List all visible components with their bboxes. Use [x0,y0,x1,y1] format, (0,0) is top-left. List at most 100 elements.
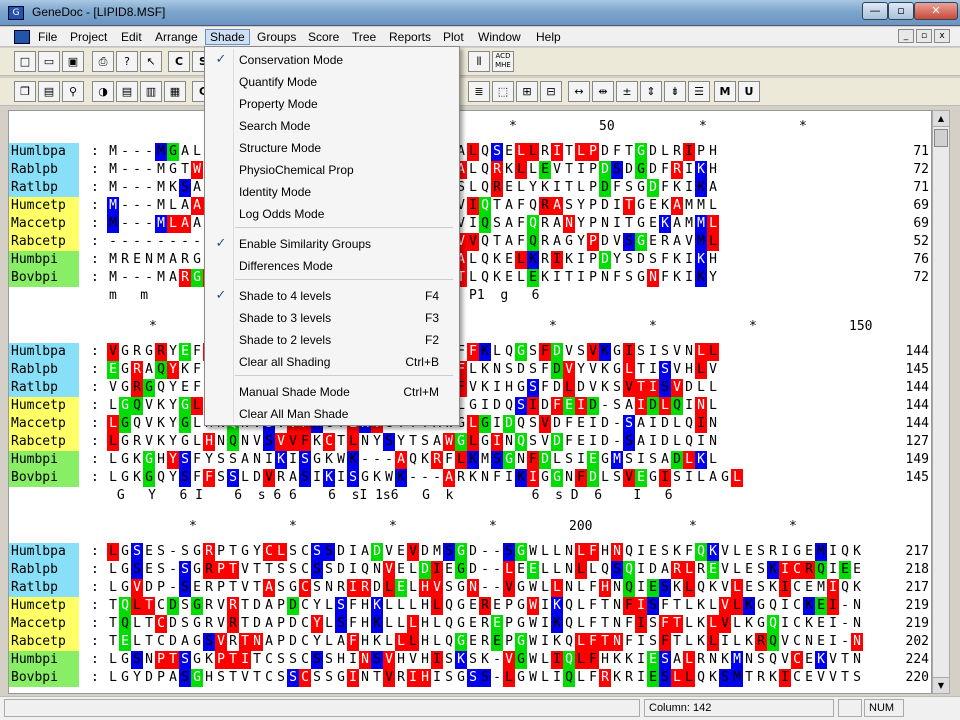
document-icon[interactable] [14,30,30,44]
sequence-residues[interactable]: TQLTCDSGRVRTDAPDCYLSFHKLLLHLQGEREPGWIKQL… [107,615,863,633]
sequence-name[interactable]: Humlbpa [9,343,79,361]
print-icon[interactable]: ⎙ [92,51,114,72]
sequence-row[interactable]: Humbpi: L G S N P T S G K P T I T C S S C S S H I N S V H V H I S K S K -… [9,651,929,669]
shade-icon[interactable]: ◑ [92,81,114,102]
open-icon[interactable]: ▭ [38,51,60,72]
sequence-name[interactable]: Rabcetp [9,433,79,451]
minimize-button[interactable]: — [862,2,888,20]
menu-score[interactable]: Score [304,29,343,45]
shade-menu-item-conservation-mode[interactable]: ✓ Conservation Mode [205,49,459,71]
sequence-row[interactable]: Humlbpa: L G S E S - S G R P T G Y C L S C S S D I A D V E V D M S G D -… [9,543,929,561]
menu-edit[interactable]: Edit [117,29,146,45]
maximize-button[interactable]: ▫ [888,2,914,20]
sequence-residues[interactable]: LGSES-SGRPTVTTSSCSSDIQNVELDIEGD--LEELLNL… [107,561,863,579]
shade3-icon[interactable]: ▥ [140,81,162,102]
scroll-up-button[interactable]: ▲ [933,111,949,127]
shade-menu-item-physiochemical-prop[interactable]: PhysioChemical Prop [205,159,459,181]
c-button[interactable]: C [168,51,190,72]
list-icon[interactable]: ☰ [688,81,710,102]
find-icon[interactable]: ⚲ [62,81,84,102]
mdi-close-button[interactable]: x [934,29,950,43]
sequence-name[interactable]: Rablpb [9,161,79,179]
shade-menu-item-clear-all-man-shade[interactable]: Clear All Man Shade [205,403,459,425]
shade-menu-item-manual-shade-mode[interactable]: Manual Shade Mode Ctrl+M [205,381,459,403]
menu-plot[interactable]: Plot [439,29,468,45]
sequence-row[interactable]: Rabcetp: L G R V K Y G L H N Q N V S V V F K C T L N Y S Y T S A W G L G… [9,433,929,451]
m-button[interactable]: M [714,81,736,102]
sequence-name[interactable]: Rablpb [9,361,79,379]
sequence-name[interactable]: Humbpi [9,451,79,469]
shade-menu-item-structure-mode[interactable]: Structure Mode [205,137,459,159]
vertical-scrollbar[interactable]: ▲ ▼ [932,110,950,694]
sequence-residues[interactable]: LGRVKYGLHNQNVSVVFKCTLNYSYTSAWGLGINQSVDFE… [107,433,719,451]
paste-icon[interactable]: ▤ [38,81,60,102]
shade-menu-item-differences-mode[interactable]: Differences Mode [205,255,459,277]
sequence-name[interactable]: Maccetp [9,415,79,433]
new-icon[interactable]: □ [14,51,36,72]
menu-tree[interactable]: Tree [348,29,380,45]
sequence-name[interactable]: Humbpi [9,651,79,669]
sequence-name[interactable]: Humlbpa [9,543,79,561]
help-icon[interactable]: ? [116,51,138,72]
shade4-icon[interactable]: ▦ [164,81,186,102]
shade-menu-item-search-mode[interactable]: Search Mode [205,115,459,137]
shade2-icon[interactable]: ▤ [116,81,138,102]
sequence-row[interactable]: Bovbpi: L G Y D P A S G H S T V T C S S C S S G I N T V R I H I S G S S -… [9,669,929,687]
genedoc-app-icon[interactable]: G [8,6,24,20]
close-button[interactable]: ✕ [914,2,958,20]
collapse-icon[interactable]: ⇹ [592,81,614,102]
context-help-icon[interactable]: ↖ [140,51,162,72]
sequence-row[interactable]: Humcetp: T Q L T C D S G R V R T D A P D C Y L S F H K L L L H L Q G E R… [9,597,929,615]
shade-menu-item-enable-similarity-groups[interactable]: ✓ Enable Similarity Groups [205,233,459,255]
alignment-view[interactable]: *50**Humlbpa:M---MGALARLVARITDKGLQYAAQEG… [8,110,932,694]
copy-icon[interactable]: ❐ [14,81,36,102]
sequence-name[interactable]: Humcetp [9,397,79,415]
sequence-name[interactable]: Bovbpi [9,269,79,287]
sequence-name[interactable]: Rablpb [9,561,79,579]
tick-icon[interactable]: ± [616,81,638,102]
box3-icon[interactable]: ⊟ [540,81,562,102]
sequence-name[interactable]: Humlbpa [9,143,79,161]
sequence-residues[interactable]: TQLTCDSGRVRTDAPDCYLSFHKLLLHLQGEREPGWIKQL… [107,597,863,615]
sequence-name[interactable]: Humcetp [9,197,79,215]
sequence-row[interactable]: Bovbpi: L G K G Q Y S F F S S L D V R A S I K I S G K W K - - - A R K N F… [9,469,929,487]
expand-icon[interactable]: ↔ [568,81,590,102]
u-button[interactable]: U [738,81,760,102]
sequence-name[interactable]: Maccetp [9,215,79,233]
menu-project[interactable]: Project [66,29,111,45]
sequence-row[interactable]: Ratlbp: L G V D P - S E R P T V T A S G C S N R I R D L E L H V S G N - -… [9,579,929,597]
sequence-residues[interactable]: LGKGQYSFFSSLDVRASIKISGKWK---ARKNFIKIGGNF… [107,469,743,487]
sequence-residues[interactable]: LGKGHYSFYSSANIKISGKWK---AQKRFLKMSGNFDLSI… [107,451,719,469]
box-icon[interactable]: ⬚ [492,81,514,102]
save-icon[interactable]: ▣ [62,51,84,72]
adjust-icon[interactable]: ⇟ [664,81,686,102]
sequence-name[interactable]: Humbpi [9,251,79,269]
shade-menu-item-quantify-mode[interactable]: Quantify Mode [205,71,459,93]
shade-menu-item-identity-mode[interactable]: Identity Mode [205,181,459,203]
sequence-name[interactable]: Bovbpi [9,469,79,487]
scroll-down-button[interactable]: ▼ [933,677,949,693]
sequence-name[interactable]: Humcetp [9,597,79,615]
center-icon[interactable]: ⇕ [640,81,662,102]
shade-menu-item-shade-to-4-levels[interactable]: ✓ Shade to 4 levels F4 [205,285,459,307]
shade-menu-item-property-mode[interactable]: Property Mode [205,93,459,115]
acd-mhe-icon[interactable]: ACD MHE [492,51,514,72]
ruler-icon[interactable]: ⫴ [468,51,490,72]
box2-icon[interactable]: ⊞ [516,81,538,102]
sequence-name[interactable]: Ratlbp [9,379,79,397]
sequence-residues[interactable]: LGVDP-SERPTVTASGCSNRIRDLELHVSGN--VGWLLNL… [107,579,863,597]
sequence-residues[interactable]: TELTCDAGSVRTNAPDCYLAFHKLLLHLQGEREPGWIKQL… [107,633,863,651]
scroll-thumb[interactable] [934,129,948,147]
menu-window[interactable]: Window [474,29,525,45]
menu-reports[interactable]: Reports [385,29,435,45]
mdi-restore-button[interactable]: ▫ [916,29,932,43]
sequence-name[interactable]: Ratlbp [9,179,79,197]
sequence-name[interactable]: Ratlbp [9,579,79,597]
sequence-name[interactable]: Rabcetp [9,233,79,251]
shade-menu-item-shade-to-3-levels[interactable]: Shade to 3 levels F3 [205,307,459,329]
sequence-residues[interactable]: LGYDPASGHSTVTCSSCSSGINTVRIHISGSS-LGWLIQL… [107,669,863,687]
menu-file[interactable]: File [34,29,61,45]
mdi-minimize-button[interactable]: _ [898,29,914,43]
sequence-row[interactable]: Humbpi: L G K G H Y S F Y S S A N I K I S G K W K - - - A Q K R F L K M S… [9,451,929,469]
sequence-residues[interactable]: LGSNPTSGKPTITCSSCSSHINSVHVHISKSK-VGWLIQL… [107,651,863,669]
